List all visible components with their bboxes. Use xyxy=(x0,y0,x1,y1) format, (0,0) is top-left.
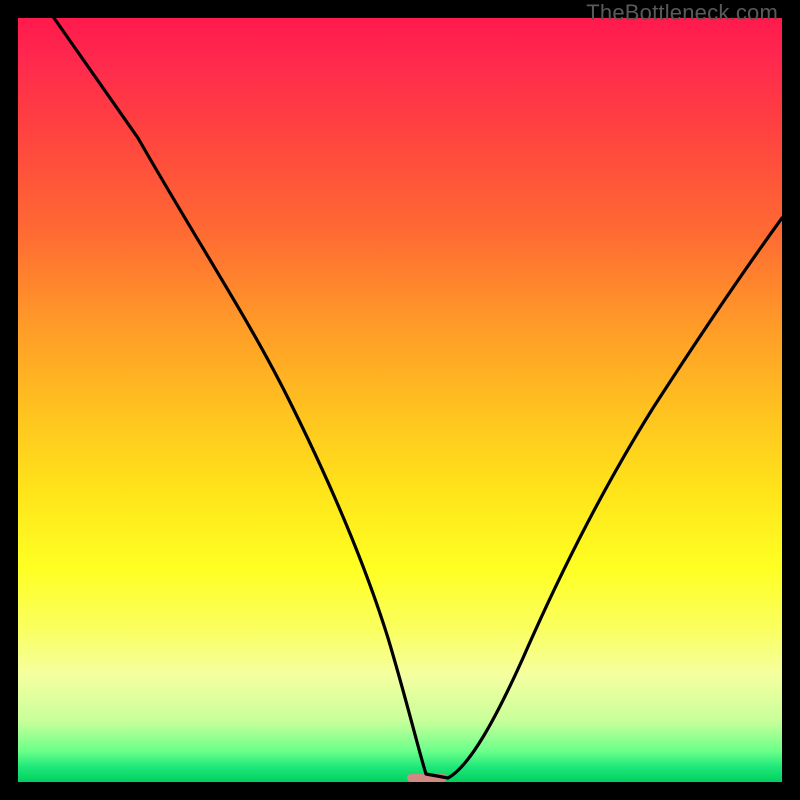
bottleneck-curve xyxy=(54,18,782,778)
chart-container: TheBottleneck.com xyxy=(0,0,800,800)
watermark-text: TheBottleneck.com xyxy=(586,0,778,26)
curve-layer xyxy=(18,18,782,782)
plot-area xyxy=(18,18,782,782)
